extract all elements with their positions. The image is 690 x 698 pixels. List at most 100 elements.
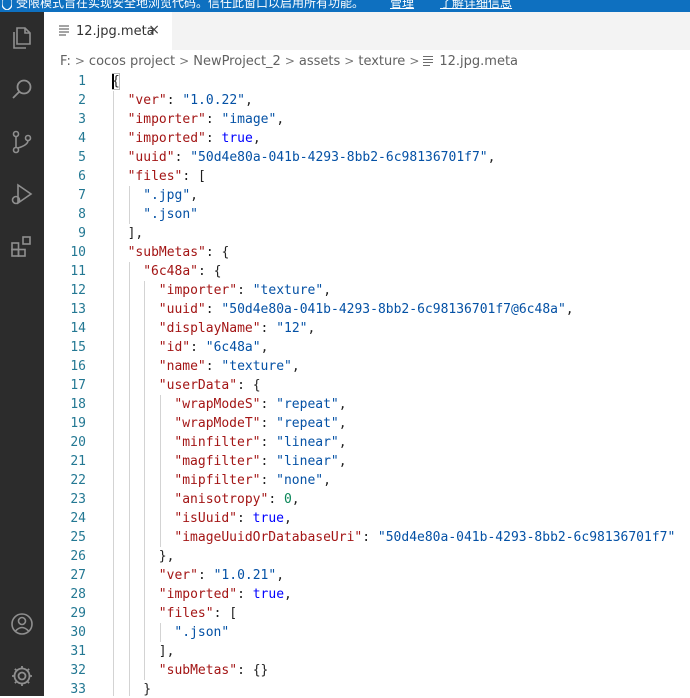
breadcrumb-item[interactable]: cocos project [89,54,175,69]
code-token: "linear" [276,454,339,469]
breadcrumb-item[interactable]: NewProject_2 [193,54,281,69]
code-token: , [284,587,292,602]
indent-guide [113,110,114,129]
code-line[interactable]: 32 "subMetas": {} [44,661,690,680]
account-button[interactable] [0,602,44,646]
code-line[interactable]: 4 "imported": true, [44,129,690,148]
code-line[interactable]: 28 "imported": true, [44,585,690,604]
code-line[interactable]: 12 "importer": "texture", [44,281,690,300]
code-line[interactable]: 10 "subMetas": { [44,243,690,262]
code-line[interactable]: 31], [44,642,690,661]
indent-guide [144,300,146,319]
banner-learn-more-link[interactable]: 了解详细信息 [440,0,512,10]
line-number: 13 [70,302,86,317]
indent-guide [113,224,114,243]
indent-guide [113,205,114,224]
code-token: , [338,454,347,469]
code-editor[interactable]: 1{2 "ver": "1.0.22", 3 "importer": "image",… [44,72,690,696]
code-line[interactable]: 18 "wrapModeS": "repeat", [44,395,690,414]
code-text: "ver": "1.0.21", [159,566,284,585]
code-text: "files": [ [128,167,206,186]
indent-guide [113,433,114,452]
code-line[interactable]: 24 "isUuid": true, [44,509,690,528]
breadcrumb-item[interactable]: 12.jpg.meta [439,54,518,69]
indent-guide [144,566,146,585]
code-line[interactable]: 33} [44,680,690,696]
code-line[interactable]: 22 "mipfilter": "none", [44,471,690,490]
run-debug-icon [11,183,33,205]
code-line[interactable]: 3 "importer": "image", [44,110,690,129]
extensions-icon [11,236,31,257]
code-token: "wrapModeS" [174,397,261,412]
code-token: { [112,74,120,89]
breadcrumb-item[interactable]: assets [299,54,340,69]
chevron-right-icon: > [179,54,190,68]
code-token: : [237,283,253,298]
manage-button[interactable] [0,654,44,698]
code-line[interactable]: 16 "name": "texture", [44,357,690,376]
indent-guide [144,604,146,623]
breadcrumb-item[interactable]: F: [60,54,71,69]
code-token: : [205,131,222,146]
code-line[interactable]: 19 "wrapModeT": "repeat", [44,414,690,433]
code-line[interactable]: 26}, [44,547,690,566]
code-line[interactable]: 21 "magfilter": "linear", [44,452,690,471]
code-token: : [237,511,253,526]
tab-12-jpg-meta[interactable]: 12.jpg.meta × [44,12,172,50]
code-line[interactable]: 29 "files": [ [44,604,690,623]
code-line[interactable]: 13 "uuid": "50d4e80a-041b-4293-8bb2-6c981… [44,300,690,319]
code-token: , [487,150,496,165]
code-line[interactable]: 25 "imageUuidOrDatabaseUri": "50d4e80a-04… [44,528,690,547]
code-token: : [174,150,191,165]
chevron-right-icon: > [409,54,420,68]
code-line[interactable]: 1{ [44,72,690,91]
code-token: : { [237,378,261,393]
code-line[interactable]: 15 "id": "6c48a", [44,338,690,357]
code-text: { [112,72,120,91]
code-token: "imported" [127,131,206,146]
code-token: "6c48a" [143,264,198,279]
line-number: 9 [78,226,86,241]
indent-guide [144,585,146,604]
code-token: : [205,302,222,317]
code-line[interactable]: 11 "6c48a": { [44,262,690,281]
code-token: "repeat" [276,397,339,412]
chevron-right-icon: > [344,54,355,68]
line-number: 31 [70,644,86,659]
code-line[interactable]: 17 "userData": { [44,376,690,395]
code-line[interactable]: 27 "ver": "1.0.21", [44,566,690,585]
indent-guide [113,129,114,148]
source-control-button[interactable] [0,120,44,164]
code-line[interactable]: 7 ".jpg", [44,186,690,205]
extensions-button[interactable] [0,224,44,268]
close-icon[interactable]: × [148,22,160,38]
code-line[interactable]: 5 "uuid": "50d4e80a-041b-4293-8bb2-6c9813… [44,148,690,167]
code-line[interactable]: 23 "anisotropy": 0, [44,490,690,509]
code-line[interactable]: 2 "ver": "1.0.22", [44,91,690,110]
breadcrumb-item[interactable]: texture [358,54,405,69]
code-token: "imported" [158,587,238,602]
explorer-button[interactable] [0,16,44,60]
code-line[interactable]: 8 ".json" [44,205,690,224]
search-button[interactable] [0,68,44,112]
code-line[interactable]: 9], [44,224,690,243]
code-line[interactable]: 30 ".json" [44,623,690,642]
indent-guide [128,623,130,642]
indent-guide [128,414,130,433]
code-token: "displayName" [158,321,261,336]
code-line[interactable]: 6 "files": [ [44,167,690,186]
code-token: "anisotropy" [174,492,269,507]
code-text: "isUuid": true, [174,509,291,528]
indent-guide [144,547,146,566]
code-line[interactable]: 20 "minfilter": "linear", [44,433,690,452]
indent-guide [128,205,130,224]
banner-manage-link[interactable]: 管理 [390,0,414,10]
run-debug-button[interactable] [0,172,44,216]
code-token: }, [158,549,175,564]
code-token: 0 [283,492,292,507]
code-text: "minfilter": "linear", [174,433,346,452]
code-token: true [252,587,285,602]
code-line[interactable]: 14 "displayName": "12", [44,319,690,338]
indent-guide [159,623,161,642]
indent-guide [128,338,130,357]
